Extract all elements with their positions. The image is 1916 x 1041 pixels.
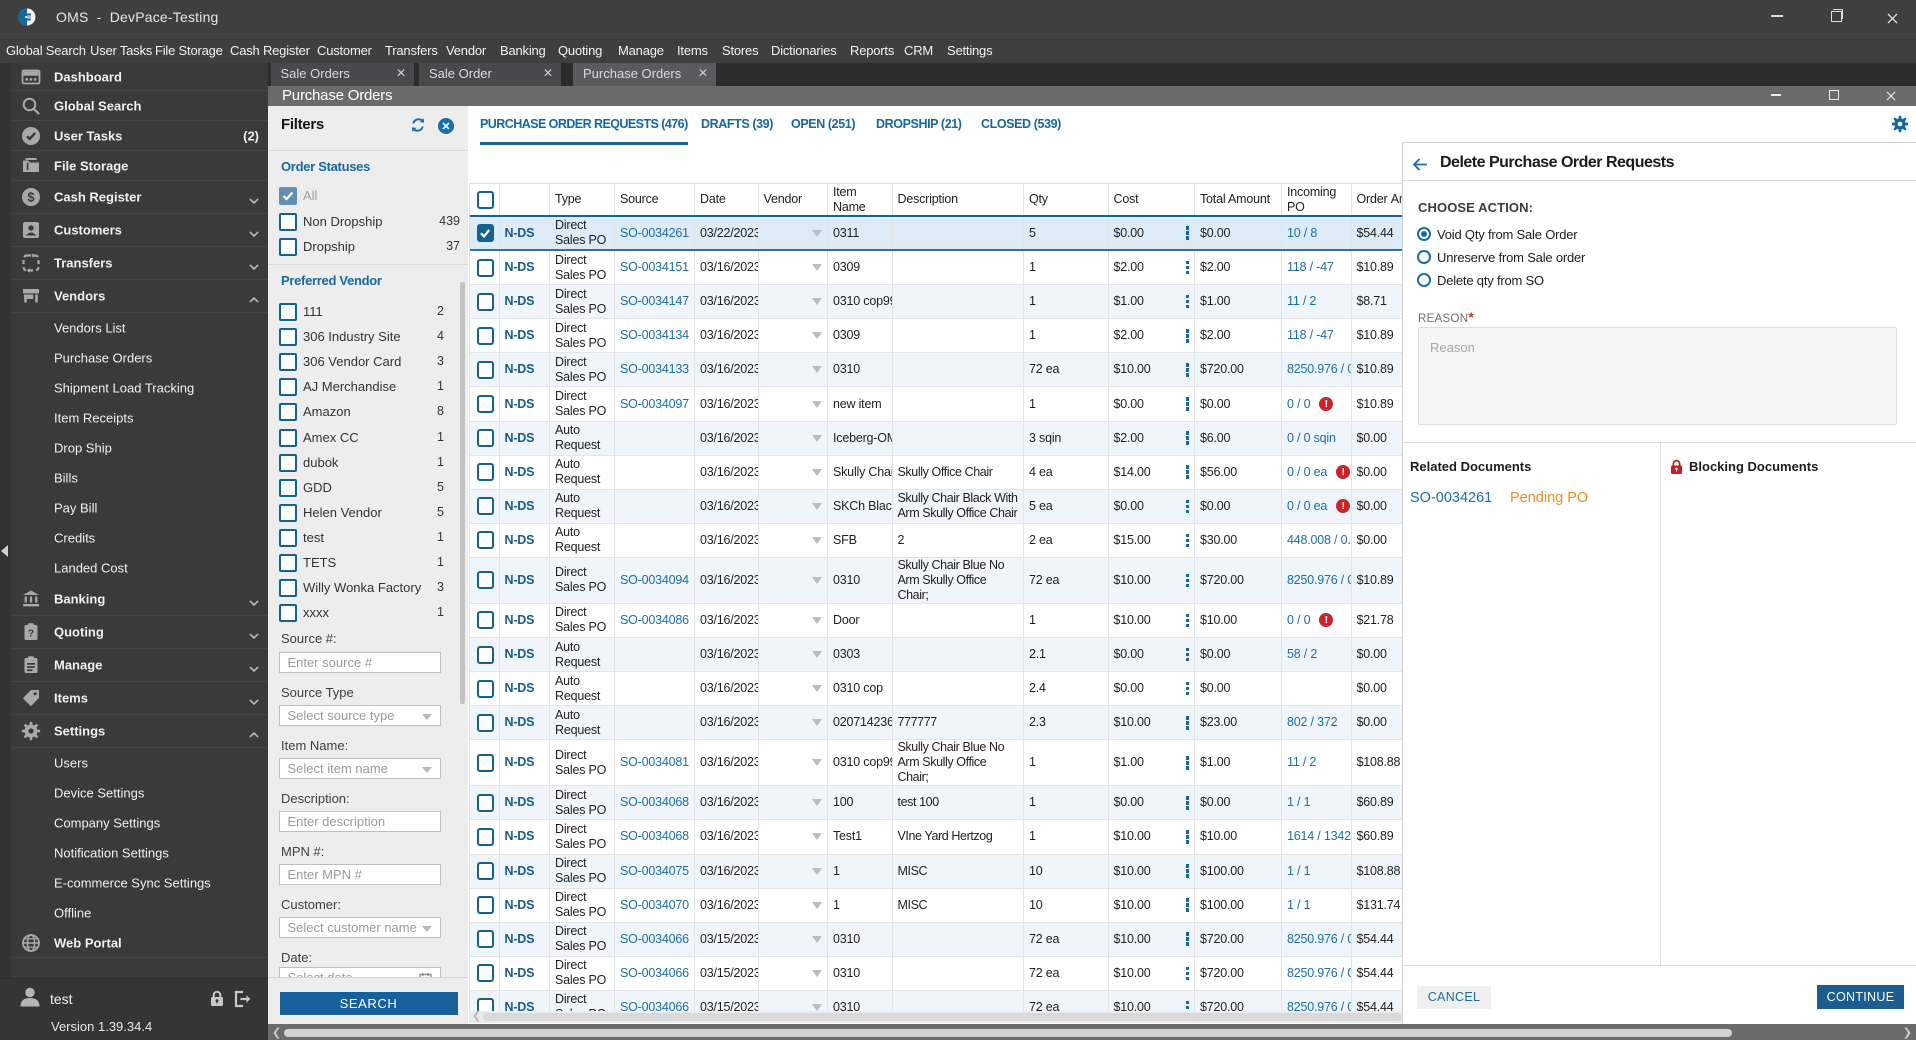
- svg-text:?: ?: [28, 628, 34, 640]
- svg-text:$: $: [27, 190, 35, 205]
